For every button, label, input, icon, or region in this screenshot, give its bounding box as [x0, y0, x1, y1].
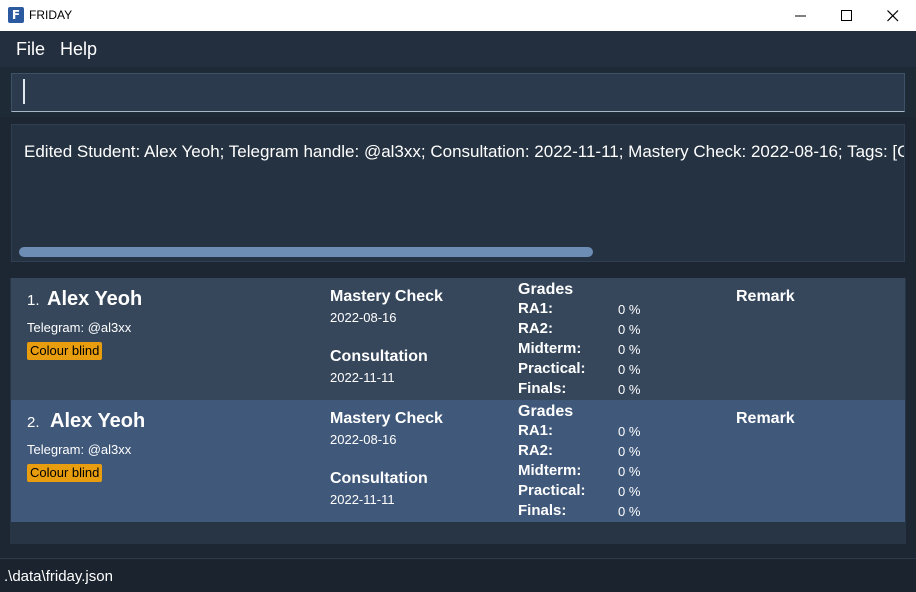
student-name: Alex Yeoh: [47, 288, 143, 310]
grade-finals-label: Finals:: [518, 380, 567, 397]
mastery-check-label: Mastery Check: [330, 410, 443, 427]
grade-practical-label: Practical:: [518, 360, 586, 377]
student-telegram: Telegram: @al3xx: [27, 442, 132, 457]
close-button[interactable]: [870, 0, 916, 31]
grade-midterm-label: Midterm:: [518, 462, 582, 479]
student-card[interactable]: 1. Alex Yeoh Telegram: @al3xx Colour bli…: [11, 278, 905, 400]
grade-midterm-value: 0 %: [618, 464, 641, 479]
grade-ra2-value: 0 %: [618, 322, 641, 337]
grade-ra1-value: 0 %: [618, 424, 641, 439]
student-name: Alex Yeoh: [50, 410, 146, 432]
consultation-date: 2022-11-11: [330, 370, 395, 385]
result-display[interactable]: Edited Student: Alex Yeoh; Telegram hand…: [11, 124, 905, 262]
grade-ra1-label: RA1:: [518, 422, 554, 439]
remark-label: Remark: [736, 410, 795, 427]
student-card-selected[interactable]: 2. Alex Yeoh Telegram: @al3xx Colour bli…: [11, 400, 905, 522]
command-input[interactable]: [11, 73, 905, 112]
result-message: Edited Student: Alex Yeoh; Telegram hand…: [24, 142, 905, 161]
student-list: 1. Alex Yeoh Telegram: @al3xx Colour bli…: [10, 278, 906, 544]
command-area: [0, 67, 916, 117]
menu-bar: File Help: [0, 31, 916, 67]
result-display-area: Edited Student: Alex Yeoh; Telegram hand…: [0, 117, 916, 269]
grade-ra2-label: RA2:: [518, 442, 554, 459]
menu-help[interactable]: Help: [60, 39, 97, 60]
text-caret: [23, 79, 25, 104]
grade-practical-value: 0 %: [618, 484, 641, 499]
close-icon: [887, 10, 899, 22]
grades-label: Grades: [518, 403, 574, 420]
title-bar: F FRIDAY: [0, 0, 916, 31]
tag-badge: Colour blind: [27, 342, 103, 360]
mastery-check-date: 2022-08-16: [330, 310, 397, 325]
grade-practical-label: Practical:: [518, 482, 586, 499]
grade-midterm-label: Midterm:: [518, 340, 582, 357]
minimize-icon: [795, 15, 806, 17]
grade-ra2-value: 0 %: [618, 444, 641, 459]
mastery-check-label: Mastery Check: [330, 288, 443, 305]
student-list-area: 1. Alex Yeoh Telegram: @al3xx Colour bli…: [0, 269, 916, 558]
grade-midterm-value: 0 %: [618, 342, 641, 357]
grades-label: Grades: [518, 281, 574, 298]
grade-finals-value: 0 %: [618, 504, 641, 519]
friday-app-icon: F: [8, 7, 24, 23]
window-title: FRIDAY: [29, 8, 73, 22]
consultation-label: Consultation: [330, 470, 428, 487]
student-telegram: Telegram: @al3xx: [27, 320, 132, 335]
grade-ra2-label: RA2:: [518, 320, 554, 337]
maximize-button[interactable]: [824, 0, 870, 31]
grade-ra1-label: RA1:: [518, 300, 554, 317]
grade-finals-label: Finals:: [518, 502, 567, 519]
status-bar: .\data\friday.json: [0, 558, 916, 592]
consultation-date: 2022-11-11: [330, 492, 395, 507]
maximize-icon: [841, 10, 852, 21]
remark-label: Remark: [736, 288, 795, 305]
consultation-label: Consultation: [330, 348, 428, 365]
student-index: 1.: [27, 292, 40, 309]
data-file-path: .\data\friday.json: [4, 568, 113, 585]
grade-practical-value: 0 %: [618, 362, 641, 377]
grade-finals-value: 0 %: [618, 382, 641, 397]
horizontal-scrollbar[interactable]: [19, 247, 593, 257]
mastery-check-date: 2022-08-16: [330, 432, 397, 447]
tag-badge: Colour blind: [27, 464, 103, 482]
menu-file[interactable]: File: [16, 39, 45, 60]
minimize-button[interactable]: [778, 0, 824, 31]
student-index: 2.: [27, 414, 40, 431]
grade-ra1-value: 0 %: [618, 302, 641, 317]
